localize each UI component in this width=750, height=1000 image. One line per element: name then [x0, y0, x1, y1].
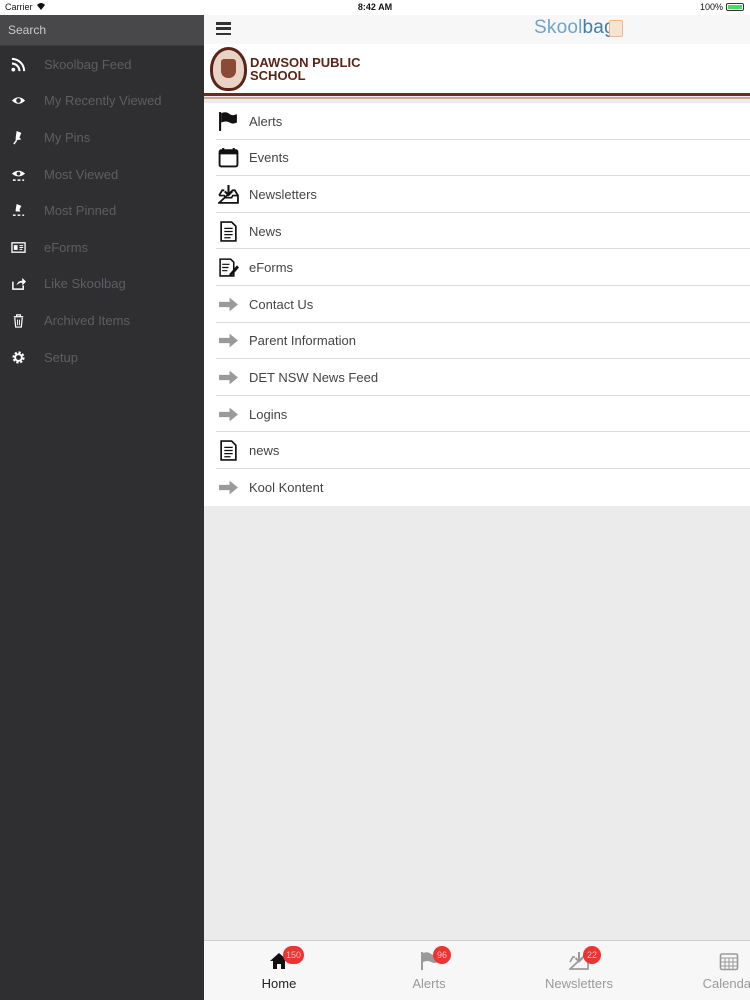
menu-item-contact-us[interactable]: Contact Us	[204, 286, 750, 323]
gear-icon	[0, 350, 44, 365]
clock: 8:42 AM	[357, 2, 393, 12]
sidebar-item-label: eForms	[44, 239, 89, 255]
pin-group-icon	[0, 203, 44, 218]
sidebar-item-recently-viewed[interactable]: My Recently Viewed	[0, 83, 204, 120]
calendar-icon	[719, 953, 739, 971]
eye-group-icon	[0, 167, 44, 182]
school-crest-icon	[210, 47, 247, 91]
battery-percent: 100%	[699, 2, 723, 12]
menu-item-newsletters[interactable]: Newsletters	[204, 176, 750, 213]
sidebar-item-most-pinned[interactable]: Most Pinned	[0, 192, 204, 229]
arrow-right-icon	[204, 294, 249, 315]
menu-item-logins[interactable]: Logins	[204, 396, 750, 433]
sidebar-item-label: Like Skoolbag	[44, 276, 126, 292]
menu-item-label: Parent Information	[249, 333, 356, 349]
sidebar-item-setup[interactable]: Setup	[0, 339, 204, 376]
menu-item-label: eForms	[249, 260, 294, 276]
sidebar-item-like-skoolbag[interactable]: Like Skoolbag	[0, 266, 204, 303]
skoolbag-logo: Skoolbag	[534, 17, 615, 39]
alerts-badge: 96	[433, 946, 451, 964]
tab-label: Calendar	[702, 976, 750, 991]
arrow-right-icon	[204, 477, 249, 498]
menu-item-alerts[interactable]: Alerts	[204, 103, 750, 140]
menu-item-news-lowercase[interactable]: news	[204, 432, 750, 469]
menu-item-label: DET NSW News Feed	[249, 369, 379, 385]
eye-icon	[0, 93, 44, 108]
tab-calendar[interactable]: Calendar	[654, 941, 750, 1000]
menu-item-label: Logins	[249, 406, 288, 422]
flag-icon	[204, 111, 249, 132]
arrow-right-icon	[204, 330, 249, 351]
id-card-icon	[0, 240, 44, 255]
pin-icon	[0, 130, 44, 145]
school-name-line2: SCHOOL	[250, 67, 306, 83]
tab-label: Newsletters	[545, 976, 613, 991]
menu-item-label: Contact Us	[249, 296, 314, 312]
sidebar-item-label: Skoolbag Feed	[44, 56, 132, 72]
sidebar-item-label: Setup	[44, 349, 78, 365]
tab-home[interactable]: 150 Home	[204, 941, 354, 1000]
tab-bar: 150 Home 96 Alerts 22 Newsletters Calend…	[204, 940, 750, 1000]
menu-item-news[interactable]: News	[204, 213, 750, 250]
menu-item-kool-kontent[interactable]: Kool Kontent	[204, 469, 750, 506]
tab-newsletters[interactable]: 22 Newsletters	[504, 941, 654, 1000]
menu-item-label: Newsletters	[249, 186, 317, 202]
trash-icon	[0, 313, 44, 328]
hamburger-menu-icon[interactable]	[216, 22, 231, 35]
sidebar-item-label: Archived Items	[44, 312, 130, 328]
logo-main: Skool	[534, 17, 583, 38]
sidebar-item-archived-items[interactable]: Archived Items	[0, 302, 204, 339]
sidebar: Search Skoolbag Feed My Recently Viewed …	[0, 15, 204, 1000]
sidebar-item-label: My Recently Viewed	[44, 93, 162, 109]
document-icon	[204, 220, 249, 242]
tab-label: Alerts	[412, 976, 446, 991]
menu-item-label: News	[249, 223, 282, 239]
calendar-icon	[204, 147, 249, 168]
battery-icon	[726, 3, 744, 11]
arrow-right-icon	[204, 404, 249, 425]
top-bar: Skoolbag	[204, 15, 750, 44]
sidebar-item-label: Most Viewed	[44, 166, 119, 182]
sidebar-item-label: My Pins	[44, 129, 91, 145]
tab-alerts[interactable]: 96 Alerts	[354, 941, 504, 1000]
sidebar-item-eforms[interactable]: eForms	[0, 229, 204, 266]
inbox-download-icon	[204, 184, 249, 205]
menu-item-label: Events	[249, 150, 289, 166]
search-input[interactable]: Search	[0, 15, 204, 46]
rss-icon	[0, 57, 44, 72]
menu-item-label: Alerts	[249, 113, 283, 129]
arrow-right-icon	[204, 367, 249, 388]
sidebar-item-most-viewed[interactable]: Most Viewed	[0, 156, 204, 193]
main-panel: Skoolbag DAWSON PUBLIC SCHOOL Alerts Eve…	[204, 15, 750, 1000]
school-banner: DAWSON PUBLIC SCHOOL	[204, 44, 750, 99]
menu-item-events[interactable]: Events	[204, 140, 750, 177]
newsletters-badge: 22	[583, 946, 601, 964]
skoolbag-book-icon	[609, 20, 623, 37]
status-bar: Carrier 8:42 AM 100%	[0, 0, 750, 15]
school-name: DAWSON PUBLIC SCHOOL	[250, 56, 361, 83]
tab-label: Home	[261, 976, 297, 991]
menu-item-label: news	[249, 443, 280, 459]
sidebar-item-label: Most Pinned	[44, 203, 117, 219]
sidebar-item-my-pins[interactable]: My Pins	[0, 119, 204, 156]
menu-item-label: Kool Kontent	[249, 479, 324, 495]
share-icon	[0, 276, 44, 291]
menu-item-det-nsw-news-feed[interactable]: DET NSW News Feed	[204, 359, 750, 396]
menu-list: Alerts Events Newsletters News eForms Co…	[204, 103, 750, 506]
form-edit-icon	[204, 257, 249, 278]
home-badge: 150	[283, 946, 305, 964]
sidebar-item-skoolbag-feed[interactable]: Skoolbag Feed	[0, 46, 204, 83]
menu-item-eforms[interactable]: eForms	[204, 249, 750, 286]
menu-item-parent-information[interactable]: Parent Information	[204, 323, 750, 360]
document-icon	[204, 440, 249, 461]
